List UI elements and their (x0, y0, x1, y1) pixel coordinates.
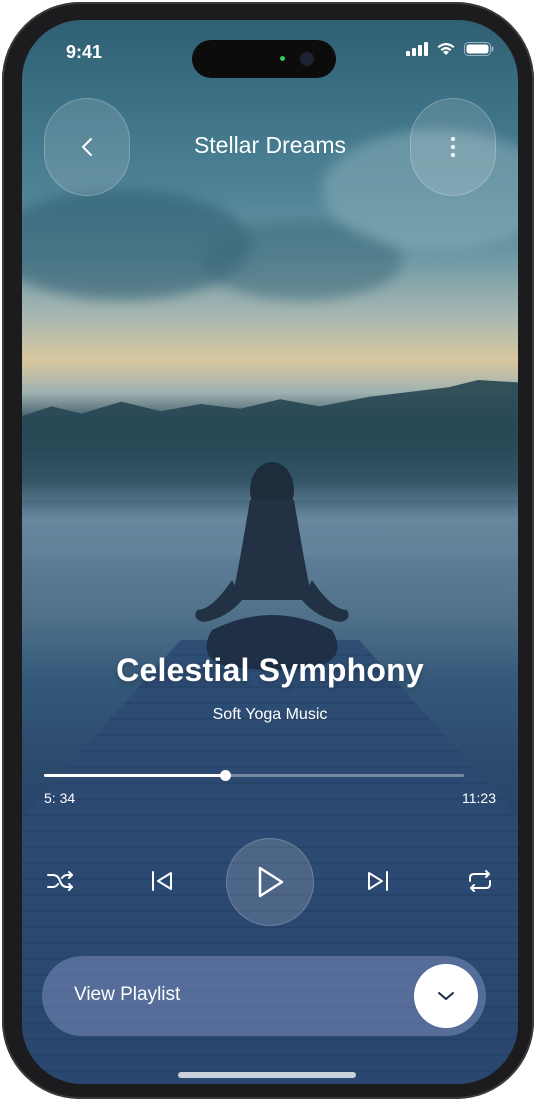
dynamic-island (192, 40, 336, 78)
status-time: 9:41 (66, 42, 103, 62)
view-playlist-label: View Playlist (74, 984, 181, 1005)
play-icon (258, 866, 284, 898)
total-duration: 11:23 (462, 790, 496, 806)
shuffle-button[interactable] (42, 866, 78, 896)
skip-next-icon (368, 871, 388, 891)
skip-previous-icon (152, 871, 172, 891)
status-icons (406, 42, 494, 56)
track-subtitle: Soft Yoga Music (212, 706, 328, 723)
home-indicator[interactable] (178, 1072, 356, 1078)
cellular-signal-icon (406, 42, 428, 56)
shuffle-icon (47, 871, 73, 891)
more-vertical-icon (451, 137, 455, 157)
chevron-down-icon (438, 992, 454, 1000)
view-playlist-bar[interactable]: View Playlist (42, 956, 486, 1036)
repeat-button[interactable] (462, 866, 498, 896)
elapsed-time: 5: 34 (44, 790, 76, 806)
wifi-icon (437, 43, 455, 55)
player-screen: 9:41 Stellar Dreams Celestial Symphony S… (22, 20, 518, 1084)
previous-button[interactable] (144, 866, 180, 896)
next-button[interactable] (360, 866, 396, 896)
progress-slider[interactable] (44, 770, 464, 781)
track-title: Celestial Symphony (116, 652, 424, 688)
repeat-icon (469, 870, 491, 892)
battery-icon (464, 42, 494, 56)
progress-knob[interactable] (219, 770, 231, 781)
progress-fill (44, 774, 225, 777)
front-camera (300, 52, 314, 66)
play-button[interactable] (226, 838, 314, 926)
more-options-button[interactable] (410, 98, 496, 196)
phone-frame: 9:41 Stellar Dreams Celestial Symphony S… (2, 2, 534, 1099)
camera-indicator (280, 56, 285, 61)
expand-playlist-button[interactable] (414, 964, 478, 1028)
